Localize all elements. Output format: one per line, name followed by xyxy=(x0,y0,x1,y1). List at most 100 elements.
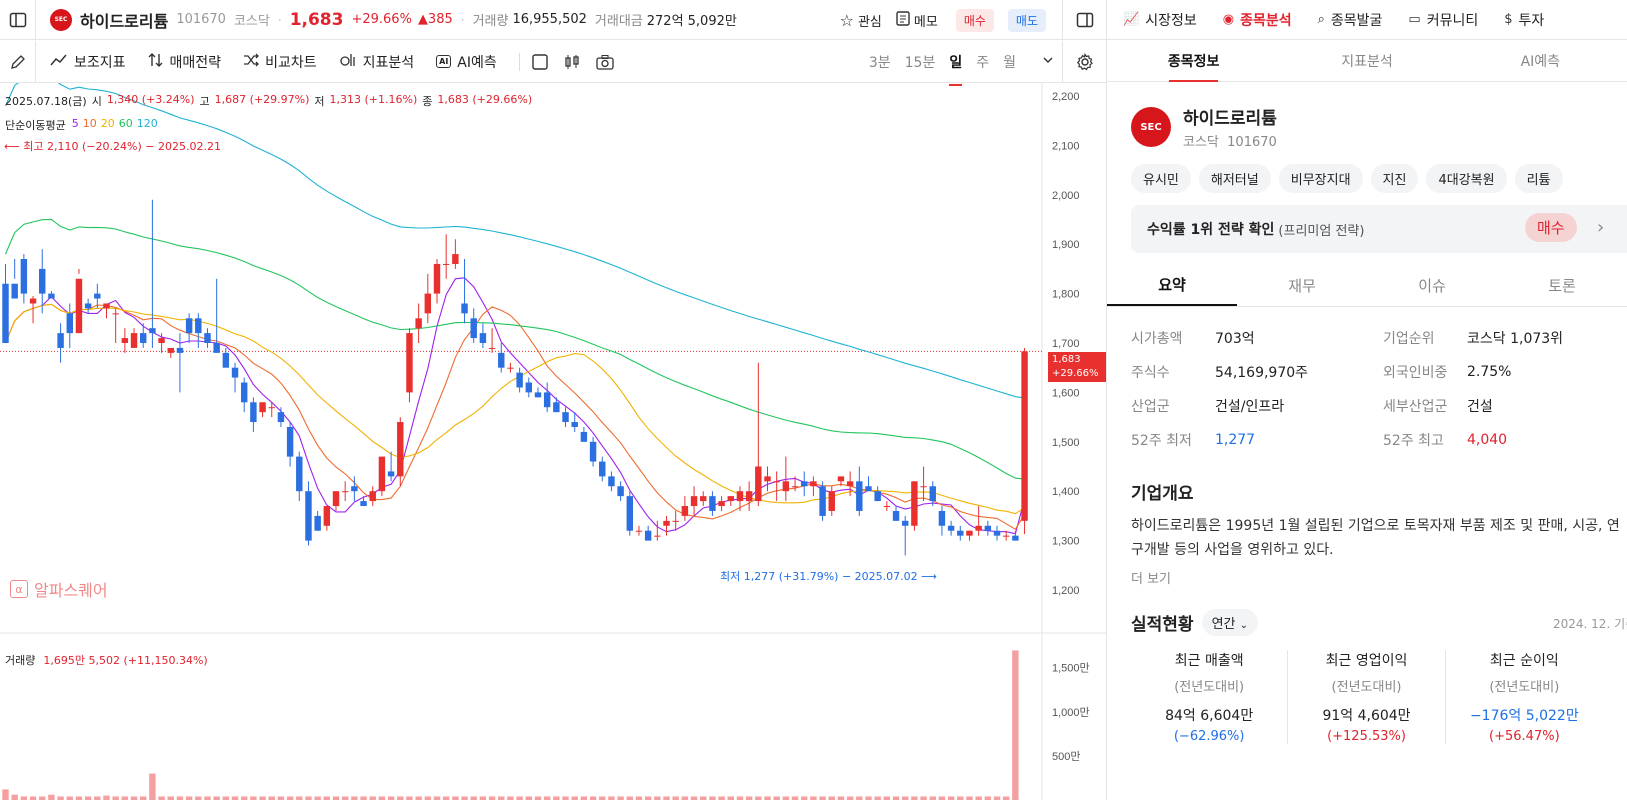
perf-period-select[interactable]: 연간 ⌄ xyxy=(1201,609,1259,636)
nav-item-1[interactable]: ◉ 종목분석 xyxy=(1223,10,1292,30)
stock-name[interactable]: 하이드로리튬 xyxy=(80,8,168,32)
chart-area[interactable]: 2,200 2,100 2,000 1,900 1,800 1,700 1,600 1,500… xyxy=(0,83,1106,800)
toolbar-divider xyxy=(518,52,520,71)
candle-body xyxy=(580,431,588,442)
candle-body xyxy=(1012,535,1019,541)
price-chart-svg[interactable]: 2,200 2,100 2,000 1,900 1,800 1,700 1,600 1,500… xyxy=(0,83,1106,800)
perf-item: 최근 매출액 (전년도대비) 84억 6,604만 (−62.96%) xyxy=(1131,650,1289,744)
memo-button[interactable]: 메모 xyxy=(896,10,938,30)
low-marker: 최저 1,277 (+31.79%) − 2025.07.02 ⟶ xyxy=(720,568,937,584)
volume-bar xyxy=(11,794,18,800)
volume-bar xyxy=(296,796,303,800)
sub-tab-2[interactable]: AI예측 xyxy=(1454,40,1627,81)
nav-item-3[interactable]: ▭ 커뮤니티 xyxy=(1408,10,1478,30)
sub-tab-0[interactable]: 종목정보 xyxy=(1107,40,1280,82)
candle-body xyxy=(84,303,92,309)
candle-body xyxy=(1002,535,1010,537)
volume-bar xyxy=(461,796,468,800)
volume-bar xyxy=(883,796,891,800)
stats-grid: 시가총액 703억 기업순위 코스닥 1,073위 주식수 54,169,970주 외국인비… xyxy=(1107,307,1627,457)
volume-bar xyxy=(828,796,835,800)
stat-label: 세부산업군 xyxy=(1383,399,1448,415)
theme-tag[interactable]: 비무장지대 xyxy=(1278,164,1363,193)
nav-item-0[interactable]: 📈 시장정보 xyxy=(1123,10,1197,30)
volume-bar xyxy=(736,796,744,800)
volume-bar xyxy=(222,796,230,800)
theme-tag[interactable]: 리튬 xyxy=(1514,164,1563,193)
promo-banner[interactable]: 수익률 1위 전략 확인 (프리미엄 전략) 매수 › xyxy=(1131,205,1627,253)
period-2[interactable]: 일 xyxy=(949,52,963,86)
volume-bar xyxy=(1002,796,1010,800)
main-tab-3[interactable]: 토론 xyxy=(1497,265,1627,306)
stock-code: 101670 xyxy=(176,12,226,27)
compare-label: 비교차트 xyxy=(265,54,317,71)
memo-label: 메모 xyxy=(913,14,938,30)
ai-predict-button[interactable]: AI AI예측 xyxy=(436,52,497,72)
volume-bar xyxy=(901,796,909,800)
panel-toggle-icon[interactable] xyxy=(1062,0,1106,40)
buy-button[interactable]: 매수 xyxy=(955,8,994,32)
volume-bar xyxy=(20,796,28,800)
volume-bar xyxy=(947,796,955,800)
theme-tag[interactable]: 해저터널 xyxy=(1198,164,1271,193)
strategy-button[interactable]: 매매전략 xyxy=(148,52,221,72)
stock-logo: SEC xyxy=(50,8,72,31)
sidebar-toggle-icon[interactable] xyxy=(0,0,36,40)
main-tab-0[interactable]: 요약 xyxy=(1107,265,1237,306)
sub-tabs: 종목정보 지표분석 AI예측 xyxy=(1107,40,1627,82)
settings-gear-icon[interactable] xyxy=(1062,41,1106,83)
company-market: 코스닥 xyxy=(1183,135,1219,150)
dot-separator: · xyxy=(460,12,465,27)
period-0[interactable]: 3분 xyxy=(869,52,891,72)
volume-bar xyxy=(185,796,193,800)
volume-legend-label: 거래량 xyxy=(5,654,36,667)
perf-sub: (전년도대비) xyxy=(1489,680,1560,695)
candle-body xyxy=(856,481,863,511)
theme-tag[interactable]: 지진 xyxy=(1370,164,1419,193)
volume-bar xyxy=(892,796,900,800)
volume-bar xyxy=(534,796,542,800)
nav-item-2[interactable]: ⌕ 종목발굴 xyxy=(1318,10,1383,30)
perf-period-value: 연간 xyxy=(1211,617,1236,632)
volume-bar xyxy=(920,796,927,800)
sell-button[interactable]: 매도 xyxy=(1007,8,1046,32)
candle-body xyxy=(48,293,55,299)
candle-body xyxy=(984,525,992,531)
camera-icon[interactable] xyxy=(596,54,614,70)
candle-body xyxy=(452,254,459,264)
volume-bar xyxy=(140,796,147,800)
period-3[interactable]: 주 xyxy=(976,52,989,72)
y-tick-label: 1,900 xyxy=(1052,239,1080,251)
dot-separator: · xyxy=(277,12,282,27)
main-tab-2[interactable]: 이슈 xyxy=(1367,265,1497,306)
main-tab-1[interactable]: 재무 xyxy=(1237,265,1367,306)
analysis-button[interactable]: 지표분석 xyxy=(339,52,414,72)
y-tick-label: 1,500 xyxy=(1052,437,1080,449)
ohlc-high-label: 고 xyxy=(199,95,210,108)
promo-buy-button[interactable]: 매수 xyxy=(1525,213,1577,242)
draw-pen-icon[interactable] xyxy=(0,40,36,83)
volume-bar xyxy=(130,796,138,800)
more-link[interactable]: 더 보기 xyxy=(1131,568,1603,587)
compare-button[interactable]: 비교차트 xyxy=(243,52,317,72)
ohlc-open: 1,340 (+3.24%) xyxy=(106,93,195,106)
candlestick-icon[interactable] xyxy=(564,54,580,70)
sub-tab-1[interactable]: 지표분석 xyxy=(1280,40,1453,81)
period-1[interactable]: 15분 xyxy=(905,52,936,72)
stat-label: 산업군 xyxy=(1131,399,1170,415)
theme-tag[interactable]: 유시민 xyxy=(1131,164,1191,193)
nav-item-4[interactable]: $ 투자 xyxy=(1504,10,1544,30)
indicator-button[interactable]: 보조지표 xyxy=(50,52,126,72)
watch-button[interactable]: ☆ 관심 xyxy=(840,11,882,30)
volume-tick-label: 1,500만 xyxy=(1052,662,1090,675)
chevron-down-icon[interactable] xyxy=(1042,54,1054,66)
volume-bar xyxy=(543,796,551,800)
square-icon[interactable] xyxy=(532,53,548,70)
perf-label: 최근 영업이익 xyxy=(1325,653,1408,669)
current-price: 1,683 xyxy=(289,9,344,30)
chevron-right-icon[interactable]: › xyxy=(1597,217,1604,238)
candle-body xyxy=(938,510,946,526)
theme-tag[interactable]: 4대강복원 xyxy=(1426,164,1507,193)
candle-body xyxy=(690,496,698,507)
period-4[interactable]: 월 xyxy=(1003,52,1016,72)
